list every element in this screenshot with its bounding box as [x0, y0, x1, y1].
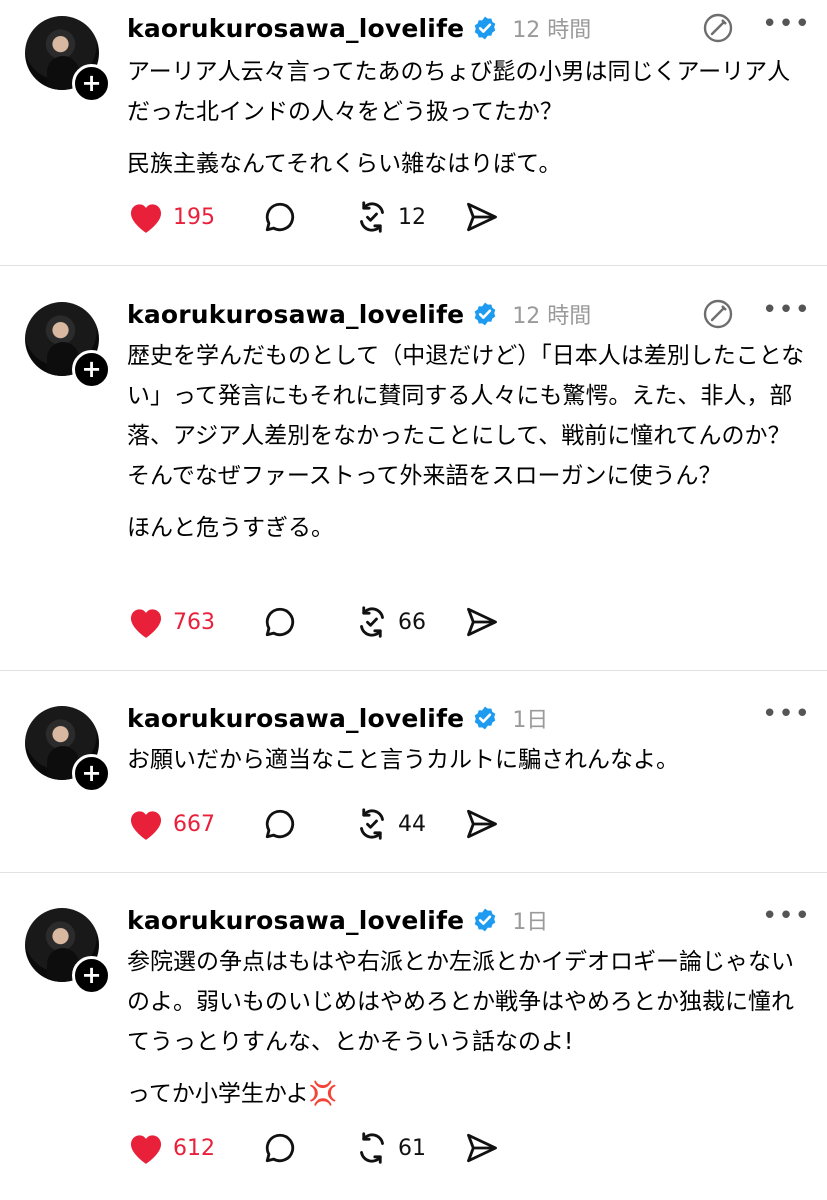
heart-icon — [130, 811, 162, 840]
post-time: 12 時間 — [512, 18, 592, 43]
more-icon[interactable]: ••• — [762, 903, 810, 934]
post-actions: 763 66 — [127, 602, 500, 642]
username[interactable]: kaorukurosawa_lovelife — [127, 704, 464, 733]
reply-button[interactable] — [262, 804, 354, 844]
repost-button[interactable]: 66 — [354, 602, 464, 642]
like-count: 667 — [173, 811, 215, 837]
post-time: 1日 — [512, 708, 549, 733]
repost-count: 44 — [398, 811, 426, 837]
post-divider — [0, 872, 827, 873]
compose-icon[interactable] — [702, 12, 734, 44]
share-icon — [467, 607, 497, 637]
verified-badge-icon — [475, 706, 496, 730]
post-paragraph: お願いだから適当なこと言うカルトに騙されんなよ。 — [127, 747, 679, 773]
post-actions: 667 44 — [127, 804, 500, 844]
post-divider — [0, 670, 827, 671]
reply-button[interactable] — [262, 1128, 354, 1168]
post-paragraph: ってか小学生かよ💢 — [127, 1081, 338, 1107]
post-time: 12 時間 — [512, 304, 592, 329]
like-button[interactable]: 667 — [127, 804, 262, 844]
post-2: + kaorukurosawa_lovelife 12 時間 ••• 歴史を学ん… — [0, 286, 827, 670]
repost-button[interactable]: 61 — [354, 1128, 464, 1168]
repost-button[interactable]: 44 — [354, 804, 464, 844]
post-body: お願いだから適当なこと言うカルトに騙されんなよ。 — [127, 740, 807, 792]
post-paragraph: アーリア人云々言ってたあのちょび髭の小男は同じくアーリア人だった北インドの人々を… — [127, 59, 791, 125]
reply-icon — [265, 809, 295, 839]
post-time: 1日 — [512, 910, 549, 935]
avatar-container[interactable]: + — [25, 706, 111, 793]
more-icon[interactable]: ••• — [762, 297, 810, 328]
follow-plus-icon[interactable]: + — [72, 754, 111, 793]
share-icon — [467, 1133, 497, 1163]
more-icon[interactable]: ••• — [762, 11, 810, 42]
post-divider — [0, 265, 827, 266]
post-paragraph: 民族主義なんてそれくらい雑なはりぼて。 — [127, 151, 562, 177]
post-4: + kaorukurosawa_lovelife 1日 ••• 参院選の争点はも… — [0, 892, 827, 1200]
username[interactable]: kaorukurosawa_lovelife — [127, 14, 464, 43]
compose-icon[interactable] — [702, 298, 734, 330]
follow-plus-icon[interactable]: + — [72, 956, 111, 995]
like-count: 195 — [173, 204, 215, 230]
repost-count: 61 — [398, 1135, 426, 1161]
post-header: kaorukurosawa_lovelife 12 時間 — [127, 8, 591, 48]
verified-badge-icon — [475, 16, 496, 40]
like-button[interactable]: 763 — [127, 602, 262, 642]
follow-plus-icon[interactable]: + — [72, 350, 111, 389]
post-paragraph: ほんと危うすぎる。 — [127, 515, 334, 541]
username[interactable]: kaorukurosawa_lovelife — [127, 300, 464, 329]
like-count: 763 — [173, 609, 215, 635]
heart-icon — [130, 1135, 162, 1164]
share-button[interactable] — [464, 804, 500, 844]
reply-icon — [265, 607, 295, 637]
repost-icon — [360, 808, 384, 840]
share-icon — [467, 202, 497, 232]
reply-icon — [265, 202, 295, 232]
post-1: + kaorukurosawa_lovelife 12 時間 ••• アーリア人… — [0, 0, 827, 266]
like-button[interactable]: 612 — [127, 1128, 262, 1168]
reply-icon — [265, 1133, 295, 1163]
post-header: kaorukurosawa_lovelife 1日 — [127, 698, 548, 738]
repost-icon — [360, 201, 384, 233]
like-count: 612 — [173, 1135, 215, 1161]
post-3: + kaorukurosawa_lovelife 1日 ••• お願いだから適当… — [0, 690, 827, 872]
post-body: 歴史を学んだものとして（中退だけど）「日本人は差別したことない」って発言にもそれ… — [127, 336, 807, 560]
repost-icon — [360, 606, 384, 638]
post-actions: 195 12 — [127, 197, 500, 237]
share-button[interactable] — [464, 602, 500, 642]
post-actions: 612 61 — [127, 1128, 500, 1168]
share-button[interactable] — [464, 197, 500, 237]
more-icon[interactable]: ••• — [762, 701, 810, 732]
share-button[interactable] — [464, 1128, 500, 1168]
avatar-container[interactable]: + — [25, 16, 111, 103]
reply-button[interactable] — [262, 197, 354, 237]
verified-badge-icon — [475, 302, 496, 326]
post-paragraph: 歴史を学んだものとして（中退だけど）「日本人は差別したことない」って発言にもそれ… — [127, 343, 805, 489]
avatar-container[interactable]: + — [25, 908, 111, 995]
repost-count: 66 — [398, 609, 426, 635]
heart-icon — [130, 204, 162, 233]
repost-icon — [360, 1132, 384, 1164]
post-body: アーリア人云々言ってたあのちょび髭の小男は同じくアーリア人だった北インドの人々を… — [127, 52, 807, 196]
post-header: kaorukurosawa_lovelife 12 時間 — [127, 294, 591, 334]
post-paragraph: 参院選の争点はもはや右派とか左派とかイデオロギー論じゃないのよ。弱いものいじめは… — [127, 949, 794, 1055]
like-button[interactable]: 195 — [127, 197, 262, 237]
reply-button[interactable] — [262, 602, 354, 642]
post-header: kaorukurosawa_lovelife 1日 — [127, 900, 548, 940]
follow-plus-icon[interactable]: + — [72, 64, 111, 103]
verified-badge-icon — [475, 908, 496, 932]
post-body: 参院選の争点はもはや右派とか左派とかイデオロギー論じゃないのよ。弱いものいじめは… — [127, 942, 807, 1126]
share-icon — [467, 809, 497, 839]
repost-count: 12 — [398, 204, 426, 230]
heart-icon — [130, 609, 162, 638]
avatar-container[interactable]: + — [25, 302, 111, 389]
repost-button[interactable]: 12 — [354, 197, 464, 237]
username[interactable]: kaorukurosawa_lovelife — [127, 906, 464, 935]
